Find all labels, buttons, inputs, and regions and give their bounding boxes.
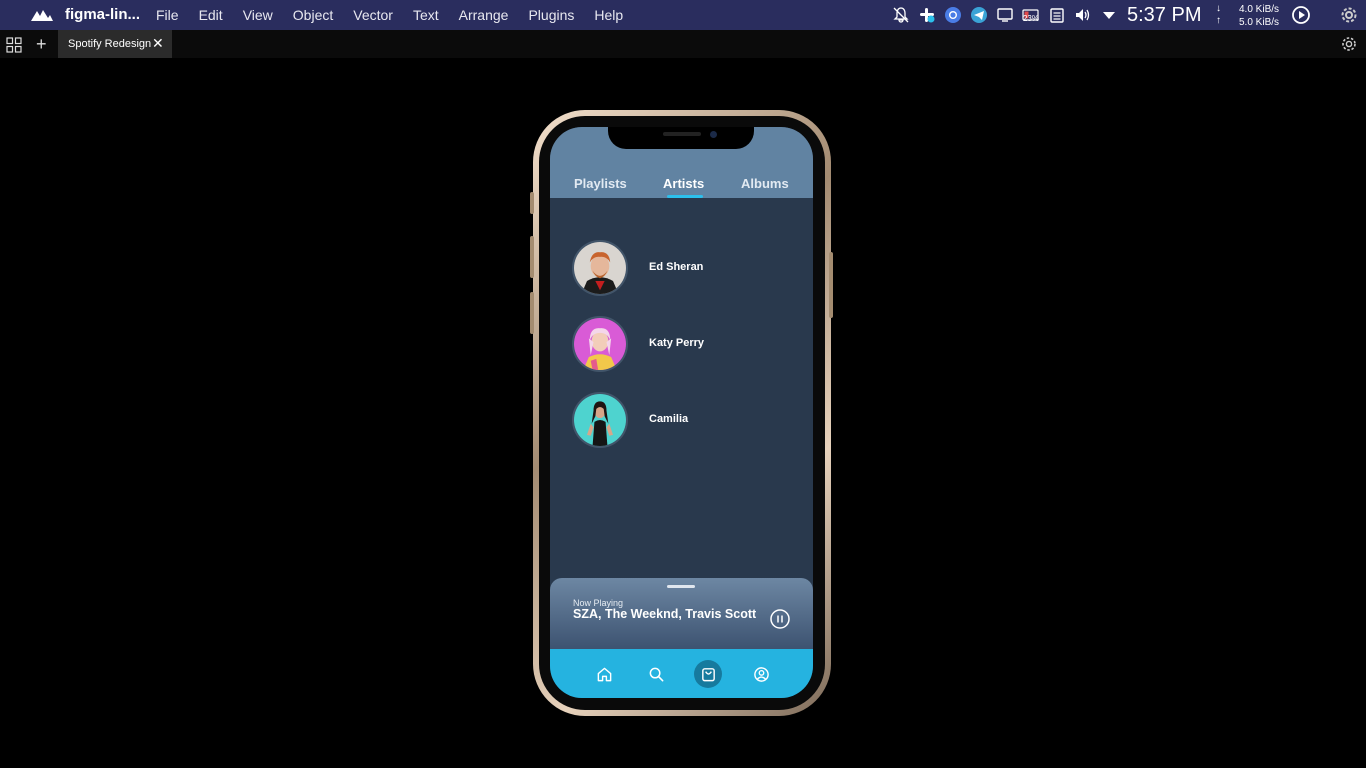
artist-item[interactable]: Ed Sheran	[550, 240, 813, 298]
nav-home-button[interactable]	[590, 660, 618, 688]
notifications-muted-icon[interactable]	[892, 6, 910, 24]
tab-albums[interactable]: Albums	[741, 176, 789, 191]
tab-artists[interactable]: Artists	[663, 176, 704, 191]
phone-camera	[710, 131, 717, 138]
grid-icon[interactable]	[6, 37, 22, 53]
menu-arrange[interactable]: Arrange	[449, 0, 519, 30]
figma-tab-bar: + Spotify Redesign ✕	[0, 30, 1366, 58]
gear-icon[interactable]	[1340, 35, 1358, 53]
now-playing-title: SZA, The Weeknd, Travis Scott	[573, 607, 757, 621]
phone-speaker	[663, 132, 701, 136]
active-tab-indicator	[667, 195, 703, 198]
timer-icon[interactable]	[1291, 5, 1311, 25]
battery-icon[interactable]: 23%	[1022, 6, 1040, 24]
artist-photo-camilia	[574, 394, 626, 446]
volume-icon[interactable]	[1074, 6, 1092, 24]
system-settings-icon[interactable]	[1340, 6, 1358, 24]
tab-playlists[interactable]: Playlists	[574, 176, 627, 191]
artist-item[interactable]: Camilia	[550, 392, 813, 450]
menu-plugins[interactable]: Plugins	[518, 0, 584, 30]
chrome-icon[interactable]	[944, 6, 962, 24]
artist-name: Ed Sheran	[649, 261, 704, 273]
tab-spotify-redesign[interactable]: Spotify Redesign ✕	[58, 30, 172, 58]
nav-profile-button[interactable]	[747, 660, 775, 688]
new-tab-button[interactable]: +	[36, 34, 50, 54]
avatar	[572, 392, 628, 448]
avatar	[572, 316, 628, 372]
app-name[interactable]: figma-lin...	[65, 6, 140, 23]
artist-item[interactable]: Katy Perry	[550, 316, 813, 374]
phone-volume-up	[530, 236, 534, 278]
tab-label: Spotify Redesign	[68, 38, 152, 50]
telegram-icon[interactable]	[970, 6, 988, 24]
artist-photo-katy-perry	[574, 318, 626, 370]
phone-notch	[608, 127, 754, 149]
bag-icon	[701, 667, 715, 681]
profile-icon	[753, 666, 769, 682]
search-icon	[649, 667, 663, 681]
network-speed: ↓ ↑ 4.0 KiB/s 5.0 KiB/s	[1213, 2, 1283, 28]
bottom-navigation	[550, 649, 813, 698]
home-icon	[597, 667, 611, 681]
drag-handle[interactable]	[667, 585, 695, 588]
menu-file[interactable]: File	[146, 0, 189, 30]
clock[interactable]: 5:37 PM	[1127, 4, 1201, 27]
artist-photo-ed-sheran	[574, 242, 626, 294]
system-top-bar: figma-lin... File Edit View Object Vecto…	[0, 0, 1366, 30]
menu-object[interactable]: Object	[283, 0, 343, 30]
phone-screen: Playlists Artists Albums Ed Sheran Katy …	[550, 127, 813, 698]
artist-name: Katy Perry	[649, 337, 705, 349]
menu-edit[interactable]: Edit	[189, 0, 233, 30]
now-playing-bar[interactable]: Now Playing SZA, The Weeknd, Travis Scot…	[550, 578, 813, 650]
net-up-arrow: ↑	[1216, 15, 1221, 26]
nav-library-button[interactable]	[694, 660, 722, 688]
display-icon[interactable]	[996, 6, 1014, 24]
avatar	[572, 240, 628, 296]
pause-icon[interactable]	[769, 608, 791, 630]
phone-volume-down	[530, 292, 534, 334]
menu-text[interactable]: Text	[403, 0, 449, 30]
slack-icon[interactable]	[918, 6, 936, 24]
net-up-rate: 5.0 KiB/s	[1239, 17, 1280, 28]
phone-power-button	[829, 252, 833, 318]
net-down-rate: 4.0 KiB/s	[1239, 4, 1280, 15]
nav-search-button[interactable]	[642, 660, 670, 688]
net-down-arrow: ↓	[1216, 3, 1221, 14]
app-logo-icon[interactable]	[30, 6, 54, 24]
menu-vector[interactable]: Vector	[343, 0, 403, 30]
menu-bar: File Edit View Object Vector Text Arrang…	[146, 0, 633, 30]
menu-view[interactable]: View	[233, 0, 283, 30]
tab-close-button[interactable]: ✕	[152, 35, 164, 51]
menu-help[interactable]: Help	[584, 0, 633, 30]
artist-name: Camilia	[649, 413, 689, 425]
battery-label: 23%	[1022, 14, 1039, 23]
tray-expand-icon[interactable]	[1100, 6, 1118, 24]
clipboard-icon[interactable]	[1048, 6, 1066, 24]
phone-mute-switch	[530, 192, 534, 214]
